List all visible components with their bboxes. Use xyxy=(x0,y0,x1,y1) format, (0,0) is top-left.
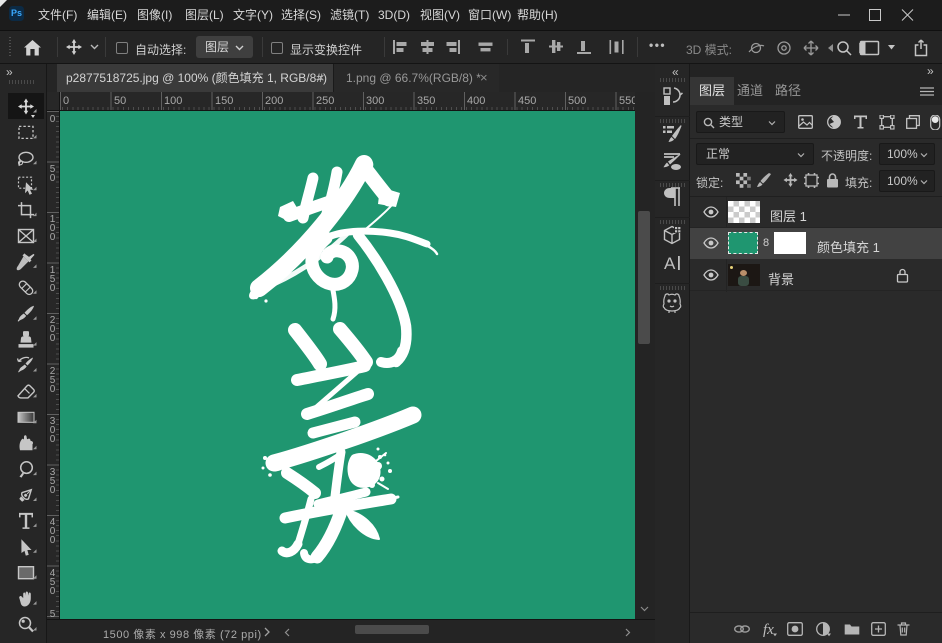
svg-text:fx: fx xyxy=(763,622,774,637)
svg-text:A: A xyxy=(664,254,676,273)
